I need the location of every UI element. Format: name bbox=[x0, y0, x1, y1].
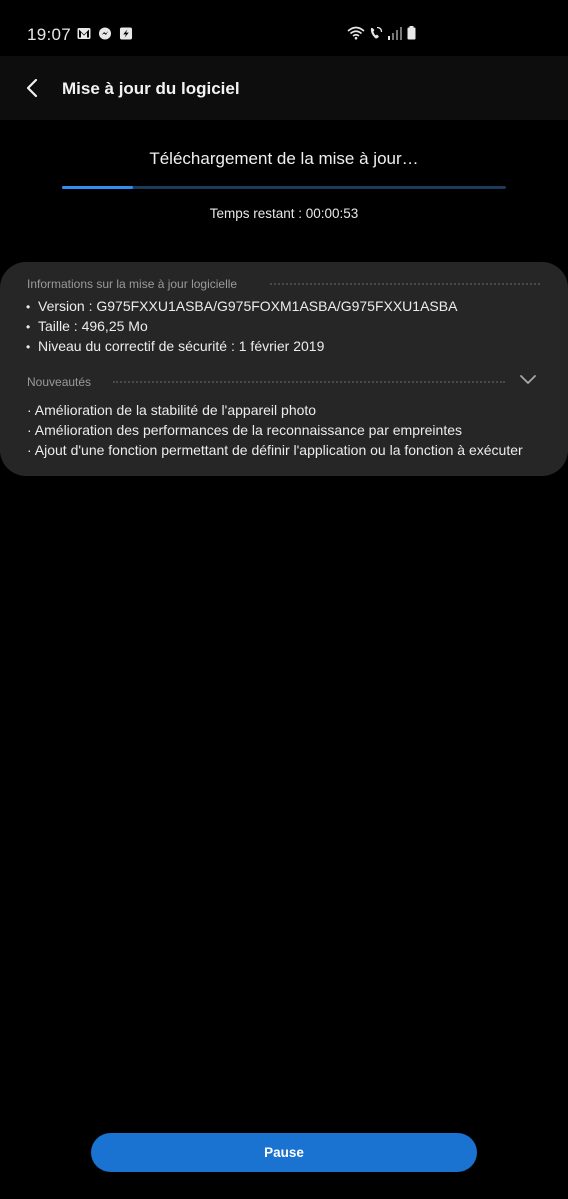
info-item-text: Niveau du correctif de sécurité : 1 févr… bbox=[38, 338, 325, 354]
bullet: • bbox=[26, 320, 31, 334]
download-status-title: Téléchargement de la mise à jour… bbox=[149, 149, 419, 168]
news-item: · Amélioration des performances de la re… bbox=[27, 422, 463, 438]
gmail-icon bbox=[77, 28, 91, 39]
sync-app-icon bbox=[119, 27, 133, 40]
info-item-version: • Version : G975FXXU1ASBA/G975FOXM1ASBA/G… bbox=[26, 298, 457, 314]
back-arrow-icon bbox=[26, 78, 38, 98]
news-item: · Ajout d'une fonction permettant de déf… bbox=[27, 442, 523, 458]
cell-signal-icon bbox=[388, 27, 402, 40]
pause-button[interactable]: Pause bbox=[91, 1133, 477, 1172]
info-item-text: Version : G975FXXU1ASBA/G975FOXM1ASBA/G9… bbox=[38, 298, 458, 314]
bullet: • bbox=[26, 340, 31, 354]
news-section-divider bbox=[113, 381, 505, 383]
chevron-down-icon[interactable] bbox=[518, 372, 538, 388]
download-progress-fill bbox=[62, 186, 134, 189]
time-remaining: Temps restant : 00:00:53 bbox=[209, 206, 359, 221]
app-bar: Mise à jour du logiciel bbox=[0, 56, 568, 120]
system-icons bbox=[347, 26, 416, 40]
news-section-title: Nouveautés bbox=[27, 375, 92, 389]
info-item-security-patch: • Niveau du correctif de sécurité : 1 fév… bbox=[26, 338, 324, 354]
info-item-text: Taille : 496,25 Mo bbox=[38, 318, 148, 334]
messenger-icon bbox=[98, 27, 112, 40]
status-bar: 19:07 bbox=[0, 0, 568, 56]
bullet: • bbox=[26, 300, 31, 314]
wifi-calling-icon bbox=[370, 26, 383, 39]
info-section-title: Informations sur la mise à jour logiciel… bbox=[27, 277, 238, 291]
download-progress-bar bbox=[62, 186, 506, 189]
page-title: Mise à jour du logiciel bbox=[62, 79, 240, 98]
wifi-icon bbox=[347, 26, 365, 40]
battery-icon bbox=[407, 26, 416, 40]
info-item-size: • Taille : 496,25 Mo bbox=[26, 318, 148, 334]
notification-icons bbox=[77, 27, 133, 40]
status-time: 19:07 bbox=[27, 25, 72, 44]
info-section-divider bbox=[270, 283, 540, 285]
back-button[interactable] bbox=[14, 70, 50, 106]
news-item: · Amélioration de la stabilité de l'appa… bbox=[27, 402, 317, 418]
